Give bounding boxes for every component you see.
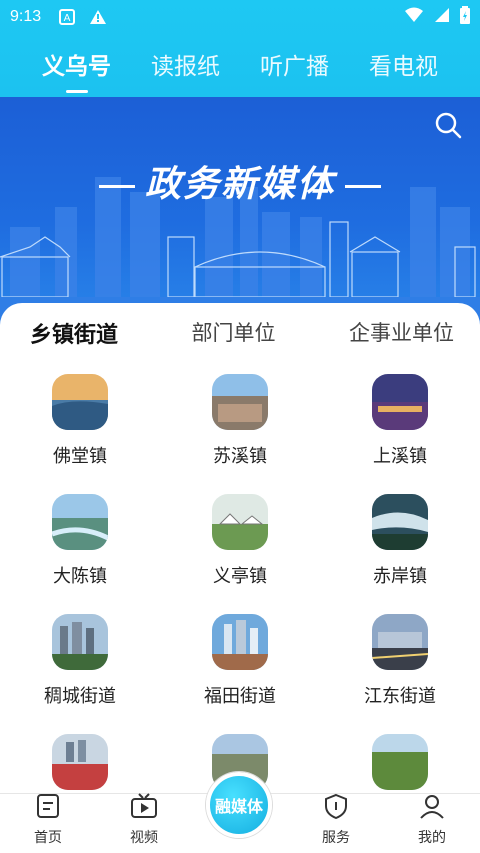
grid-item-10[interactable] bbox=[0, 719, 160, 793]
town-photo-icon bbox=[372, 374, 428, 430]
grid-item-12[interactable] bbox=[320, 719, 480, 793]
signal-icon bbox=[434, 7, 450, 27]
grid-item-suxi[interactable]: 苏溪镇 bbox=[160, 359, 320, 479]
town-photo-icon bbox=[52, 494, 108, 550]
grid-item-shangxi[interactable]: 上溪镇 bbox=[320, 359, 480, 479]
shield-icon bbox=[323, 793, 349, 823]
town-photo-icon bbox=[212, 494, 268, 550]
battery-icon bbox=[460, 6, 470, 28]
nav-mine[interactable]: 我的 bbox=[384, 794, 480, 853]
center-media-button[interactable]: 融媒体 bbox=[206, 772, 272, 838]
grid-item-futian[interactable]: 福田街道 bbox=[160, 599, 320, 719]
town-photo-icon bbox=[372, 734, 428, 790]
town-photo-icon bbox=[52, 614, 108, 670]
warning-icon bbox=[89, 9, 107, 25]
app-notification-icon: A bbox=[59, 9, 76, 25]
town-photo-icon bbox=[212, 614, 268, 670]
video-icon bbox=[130, 793, 158, 823]
home-icon bbox=[35, 793, 61, 823]
status-time: 9:13 bbox=[10, 8, 42, 25]
town-photo-icon bbox=[52, 374, 108, 430]
search-icon[interactable] bbox=[434, 111, 462, 143]
tab-radio[interactable]: 听广播 bbox=[260, 47, 329, 81]
tab-yiwu[interactable]: 义乌号 bbox=[42, 47, 111, 81]
top-tabs: 义乌号 读报纸 听广播 看电视 bbox=[0, 34, 480, 94]
town-photo-icon bbox=[372, 614, 428, 670]
subtab-towns[interactable]: 乡镇街道 bbox=[30, 317, 118, 359]
grid-item-dachen[interactable]: 大陈镇 bbox=[0, 479, 160, 599]
town-photo-icon bbox=[212, 374, 268, 430]
status-bar: 9:13 A bbox=[0, 0, 480, 34]
city-skyline-illustration bbox=[0, 177, 480, 329]
sub-tabs: 乡镇街道 部门单位 企事业单位 bbox=[0, 303, 480, 359]
svg-text:A: A bbox=[64, 13, 71, 24]
status-right-icons bbox=[404, 6, 470, 28]
grid-item-yiting[interactable]: 义亭镇 bbox=[160, 479, 320, 599]
tab-tv[interactable]: 看电视 bbox=[369, 47, 438, 81]
banner: 政务新媒体 bbox=[0, 97, 480, 329]
top-header: 9:13 A 义乌号 读报纸 听广播 看电视 bbox=[0, 0, 480, 97]
subtab-departments[interactable]: 部门单位 bbox=[192, 317, 276, 359]
subtab-enterprises[interactable]: 企事业单位 bbox=[349, 317, 454, 359]
tab-newspaper[interactable]: 读报纸 bbox=[151, 47, 220, 81]
town-grid: 佛堂镇 苏溪镇 上溪镇 大陈镇 义亭镇 赤岸镇 稠城街道 福田街道 江东街道 bbox=[0, 359, 480, 793]
grid-item-jiangdong[interactable]: 江东街道 bbox=[320, 599, 480, 719]
grid-item-chian[interactable]: 赤岸镇 bbox=[320, 479, 480, 599]
nav-home[interactable]: 首页 bbox=[0, 794, 96, 853]
nav-service[interactable]: 服务 bbox=[288, 793, 384, 853]
nav-video[interactable]: 视频 bbox=[96, 793, 192, 853]
content-card: 乡镇街道 部门单位 企事业单位 佛堂镇 苏溪镇 上溪镇 大陈镇 义亭镇 赤岸镇 bbox=[0, 303, 480, 793]
wifi-icon bbox=[404, 7, 424, 27]
grid-item-choucheng[interactable]: 稠城街道 bbox=[0, 599, 160, 719]
town-photo-icon bbox=[372, 494, 428, 550]
user-icon bbox=[419, 793, 445, 823]
grid-item-fotang[interactable]: 佛堂镇 bbox=[0, 359, 160, 479]
banner-headline: 政务新媒体 bbox=[0, 155, 480, 207]
town-photo-icon bbox=[52, 734, 108, 790]
bottom-nav: 首页 视频 服务 我的 融媒体 bbox=[0, 772, 480, 853]
